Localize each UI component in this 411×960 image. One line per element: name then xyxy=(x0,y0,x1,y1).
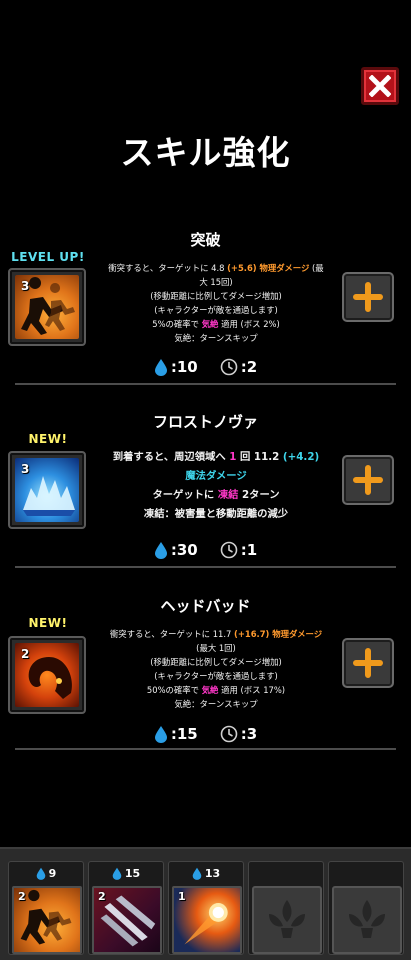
close-x-icon xyxy=(369,75,391,97)
meteor-icon: 1 xyxy=(172,886,242,954)
mana-cost: :10 xyxy=(170,358,198,376)
level-up-badge: LEVEL UP! xyxy=(11,250,85,264)
skill-level: 3 xyxy=(21,279,30,293)
skill-description: 到着すると、周辺領域へ 1 回 11.2 (+4.2) 魔法ダメージ ターゲット… xyxy=(112,451,320,520)
mana-cost: :30 xyxy=(170,541,198,559)
skill-description: 衝突すると、ターゲットに 4.8 (+5.6) 物理ダメージ (最 大 15回)… xyxy=(108,263,324,343)
skill-icon-frame[interactable]: 3 xyxy=(8,451,86,529)
mana-cost: :15 xyxy=(170,725,198,743)
dash-silhouette-icon: 2 xyxy=(12,886,82,954)
equipped-slot-empty[interactable] xyxy=(328,861,404,955)
mana-drop-icon xyxy=(112,867,122,880)
skill-name: 突破 xyxy=(190,231,221,249)
cooldown-value: :3 xyxy=(240,725,258,743)
equipped-slot-empty[interactable] xyxy=(248,861,324,955)
skill-name: フロストノヴァ xyxy=(152,413,258,431)
slot-cost: 9 xyxy=(9,862,83,884)
close-button[interactable] xyxy=(361,67,399,105)
mana-drop-icon xyxy=(154,359,167,376)
divider xyxy=(15,383,396,385)
skill-level: 2 xyxy=(21,647,30,661)
equipped-slot[interactable]: 13 1 xyxy=(168,861,244,955)
skill-description: 衝突すると、ターゲットに 11.7 (+16.7) 物理ダメージ (最大 1回)… xyxy=(109,629,323,709)
skill-icon-frame[interactable]: 3 xyxy=(8,268,86,346)
equipped-slot[interactable]: 15 2 xyxy=(88,861,164,955)
mana-drop-icon xyxy=(154,726,167,743)
new-badge: NEW! xyxy=(28,616,68,630)
cooldown-icon xyxy=(220,541,238,559)
divider xyxy=(15,566,396,568)
cooldown-value: :2 xyxy=(240,358,258,376)
plus-icon xyxy=(353,465,383,495)
slot-cost: 15 xyxy=(89,862,163,884)
slot-level: 1 xyxy=(178,890,186,903)
mana-drop-icon xyxy=(192,867,202,880)
mana-drop-icon xyxy=(154,542,167,559)
upgrade-plus-button[interactable] xyxy=(342,638,394,688)
empty-slot-fleur-icon xyxy=(332,886,402,954)
cooldown-icon xyxy=(220,725,238,743)
ram-head-icon: 2 xyxy=(15,643,79,707)
dash-silhouette-icon: 3 xyxy=(15,275,79,339)
upgrade-plus-button[interactable] xyxy=(342,455,394,505)
skill-icon-frame[interactable]: 2 xyxy=(8,636,86,714)
plus-icon xyxy=(353,648,383,678)
empty-slot-fleur-icon xyxy=(252,886,322,954)
skill-name: ヘッドバッド xyxy=(160,597,251,615)
divider xyxy=(15,748,396,750)
skill-costs: :10 :2 xyxy=(0,358,411,376)
skill-costs: :30 :1 xyxy=(0,541,411,559)
slot-level: 2 xyxy=(18,890,26,903)
plus-icon xyxy=(353,282,383,312)
skill-level: 3 xyxy=(21,462,30,476)
equipped-skill-bar: 9 2 15 2 13 1 xyxy=(0,847,411,960)
page-title: スキル強化 xyxy=(120,133,291,172)
ice-crystal-icon: 3 xyxy=(15,458,79,522)
mana-drop-icon xyxy=(36,867,45,880)
slot-level: 2 xyxy=(98,890,106,903)
slot-cost: 13 xyxy=(169,862,243,884)
new-badge: NEW! xyxy=(28,432,68,446)
upgrade-plus-button[interactable] xyxy=(342,272,394,322)
cooldown-value: :1 xyxy=(240,541,258,559)
cooldown-icon xyxy=(220,358,238,376)
blades-icon: 2 xyxy=(92,886,162,954)
skill-costs: :15 :3 xyxy=(0,725,411,743)
equipped-slot[interactable]: 9 2 xyxy=(8,861,84,955)
